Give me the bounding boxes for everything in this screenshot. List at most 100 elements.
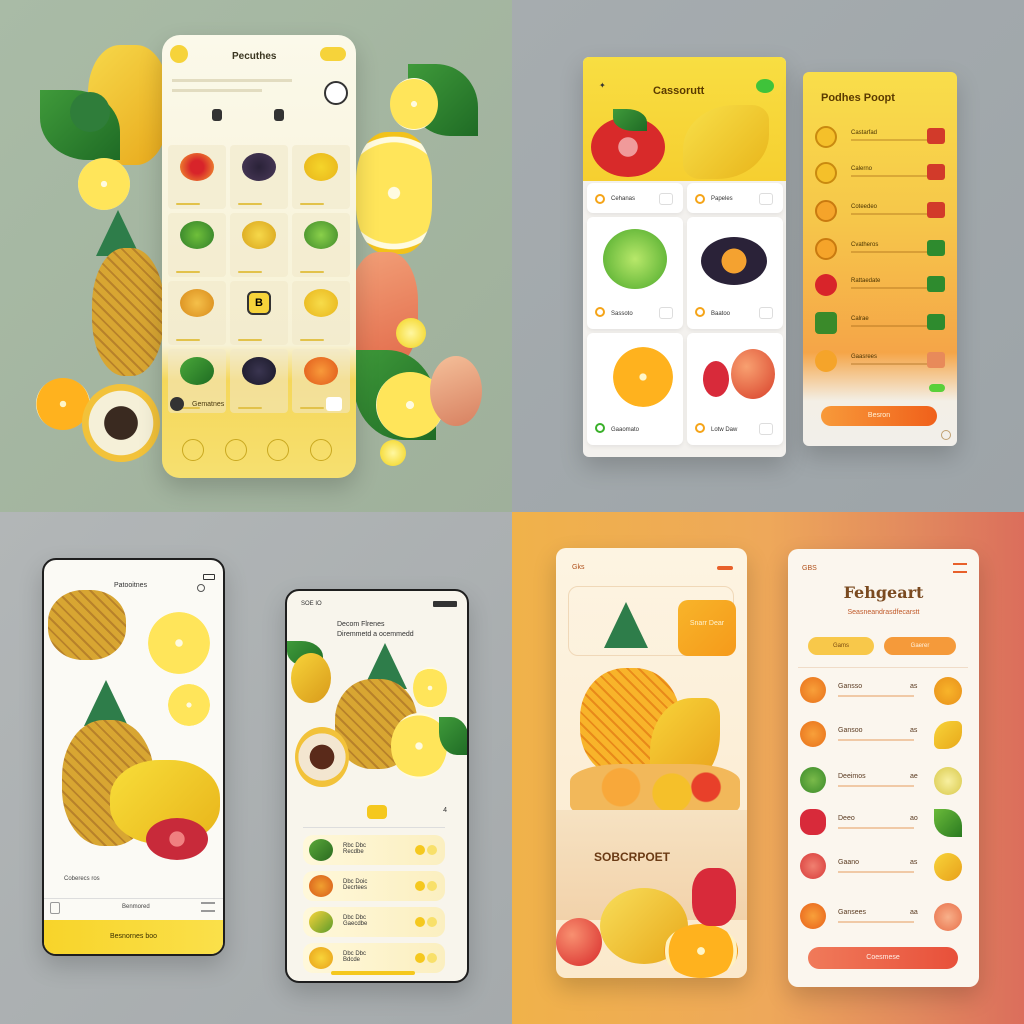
divider bbox=[798, 667, 968, 668]
cart-row[interactable]: Deeo ao bbox=[798, 805, 968, 845]
status-icon bbox=[197, 584, 205, 592]
cart-icon[interactable] bbox=[326, 397, 342, 411]
checkout-button[interactable]: Coesmese bbox=[808, 947, 958, 969]
leaf-icon[interactable] bbox=[267, 439, 290, 461]
filter-icon[interactable] bbox=[212, 109, 222, 121]
cart-row[interactable]: Gaano as bbox=[798, 849, 968, 889]
menu-icon[interactable]: ✦ bbox=[599, 81, 606, 90]
page-indicator[interactable] bbox=[367, 805, 387, 819]
pear-thumb bbox=[180, 289, 214, 317]
product-card[interactable]: Gaaomato bbox=[587, 333, 683, 445]
basket-screen: Gks Snarr Dear SOBCRPOET bbox=[556, 548, 747, 978]
product-card[interactable] bbox=[230, 145, 288, 209]
screen-tag: GBS bbox=[802, 565, 817, 572]
product-name: Gaaomato bbox=[611, 427, 640, 433]
subtitle-line bbox=[172, 89, 262, 92]
profile-button[interactable] bbox=[324, 81, 348, 105]
list-row[interactable]: Calerno bbox=[815, 160, 945, 184]
chip[interactable]: Gams bbox=[808, 637, 874, 655]
list-row[interactable]: Coteedeo bbox=[815, 198, 945, 222]
product-card[interactable] bbox=[230, 213, 288, 277]
cart-row[interactable]: Gansoo as bbox=[798, 717, 968, 757]
pineapple-leaves-illustration bbox=[604, 602, 648, 648]
product-card[interactable] bbox=[168, 281, 226, 345]
list-row[interactable]: Castarfad bbox=[815, 124, 945, 148]
list-item[interactable]: Dbc Doic Decrtees bbox=[303, 871, 445, 901]
banana-thumb bbox=[304, 289, 338, 317]
checkbox[interactable] bbox=[659, 193, 673, 205]
product-card[interactable] bbox=[168, 213, 226, 277]
cart-row[interactable]: Deeimos ae bbox=[798, 763, 968, 803]
berries-illustration bbox=[146, 818, 208, 860]
lemon-slice-illustration bbox=[78, 158, 130, 210]
page-icon[interactable] bbox=[50, 902, 60, 914]
lemons-thumb bbox=[304, 153, 338, 181]
product-card[interactable]: Cehanas bbox=[587, 183, 683, 213]
checkbox[interactable] bbox=[759, 423, 773, 435]
divider bbox=[303, 827, 445, 828]
home-icon[interactable] bbox=[182, 439, 205, 461]
subheading: Diremmetd a ocemmedd bbox=[337, 631, 414, 638]
pineapple-illustration bbox=[92, 248, 164, 376]
menu-icon[interactable] bbox=[953, 563, 967, 573]
list-row[interactable]: Rattaedate bbox=[815, 272, 945, 296]
checkbox[interactable] bbox=[759, 307, 773, 319]
dragonfruit-illustration bbox=[295, 727, 349, 787]
blackberry-thumb bbox=[242, 153, 276, 181]
plant-icon[interactable] bbox=[224, 439, 247, 461]
toggle-switch[interactable] bbox=[320, 47, 346, 61]
checkout-button[interactable]: Besron bbox=[821, 406, 937, 426]
product-card[interactable]: Papeles bbox=[687, 183, 783, 213]
checkbox[interactable] bbox=[759, 193, 773, 205]
list-item[interactable]: Dbc Dbc Bdcde bbox=[303, 943, 445, 973]
footer-text: Coberecs ros bbox=[64, 876, 100, 882]
notification-icon[interactable] bbox=[756, 79, 774, 93]
product-card[interactable]: Lotw Daw bbox=[687, 333, 783, 445]
product-card[interactable]: B bbox=[230, 281, 288, 345]
list-row[interactable]: Gaasrees bbox=[815, 348, 945, 372]
app-title: Pecuthes bbox=[232, 51, 277, 62]
status-bar-time: SOE IO bbox=[301, 601, 322, 607]
raspberry-illustration bbox=[703, 361, 729, 397]
app-title: Cassorutt bbox=[653, 85, 705, 97]
primary-button[interactable]: Besnornes boo bbox=[44, 920, 223, 954]
basket-icon[interactable] bbox=[309, 439, 332, 461]
logo-icon bbox=[170, 45, 188, 63]
signal-icon bbox=[433, 601, 457, 607]
product-name: Lotw Daw bbox=[711, 427, 738, 433]
list-row[interactable]: Cvatheros bbox=[815, 236, 945, 260]
product-card[interactable] bbox=[230, 349, 288, 413]
checkbox[interactable] bbox=[659, 307, 673, 319]
filter-icon[interactable] bbox=[274, 109, 284, 121]
passionfruit-illustration bbox=[82, 384, 160, 462]
product-card[interactable]: Baatoo bbox=[687, 217, 783, 329]
menu-icon[interactable] bbox=[717, 566, 733, 570]
product-card[interactable] bbox=[292, 281, 350, 345]
cart-row[interactable]: Gansso as bbox=[798, 673, 968, 713]
menu-icon[interactable] bbox=[201, 902, 215, 912]
heading: Decom Flrenes bbox=[337, 621, 385, 628]
promo-card[interactable]: Snarr Dear bbox=[678, 600, 736, 656]
lemon-slice-illustration bbox=[168, 684, 210, 726]
list-row[interactable]: Calrae bbox=[815, 310, 945, 334]
menu-icon[interactable] bbox=[170, 397, 184, 411]
panel-top-right: ✦ Cassorutt Cehanas Papeles Sassoto Baat… bbox=[512, 0, 1024, 512]
list-item[interactable]: Rbc Dbc Recdbe bbox=[303, 835, 445, 865]
mango-illustration bbox=[291, 653, 331, 703]
cart-title: Fehgeart bbox=[843, 583, 924, 602]
product-card[interactable] bbox=[292, 213, 350, 277]
settings-icon[interactable] bbox=[941, 430, 951, 440]
cart-row[interactable]: Gansees aa bbox=[798, 899, 968, 939]
chip-active[interactable]: Gaerer bbox=[884, 637, 956, 655]
panel-top-left: Pecuthes B Gematnes bbox=[0, 0, 512, 512]
product-name: Sassoto bbox=[611, 311, 633, 317]
product-card[interactable] bbox=[292, 145, 350, 209]
battery-icon bbox=[203, 574, 215, 580]
list-item[interactable]: Dbc Dbc Gaecdbe bbox=[303, 907, 445, 937]
panel-bottom-left: Patooitnes Coberecs ros Benmored Besnorn… bbox=[0, 512, 512, 1024]
product-card[interactable]: Sassoto bbox=[587, 217, 683, 329]
apple-illustration bbox=[731, 349, 775, 399]
plum-thumb bbox=[242, 357, 276, 385]
orange-illustration bbox=[613, 347, 673, 407]
product-card[interactable] bbox=[168, 145, 226, 209]
